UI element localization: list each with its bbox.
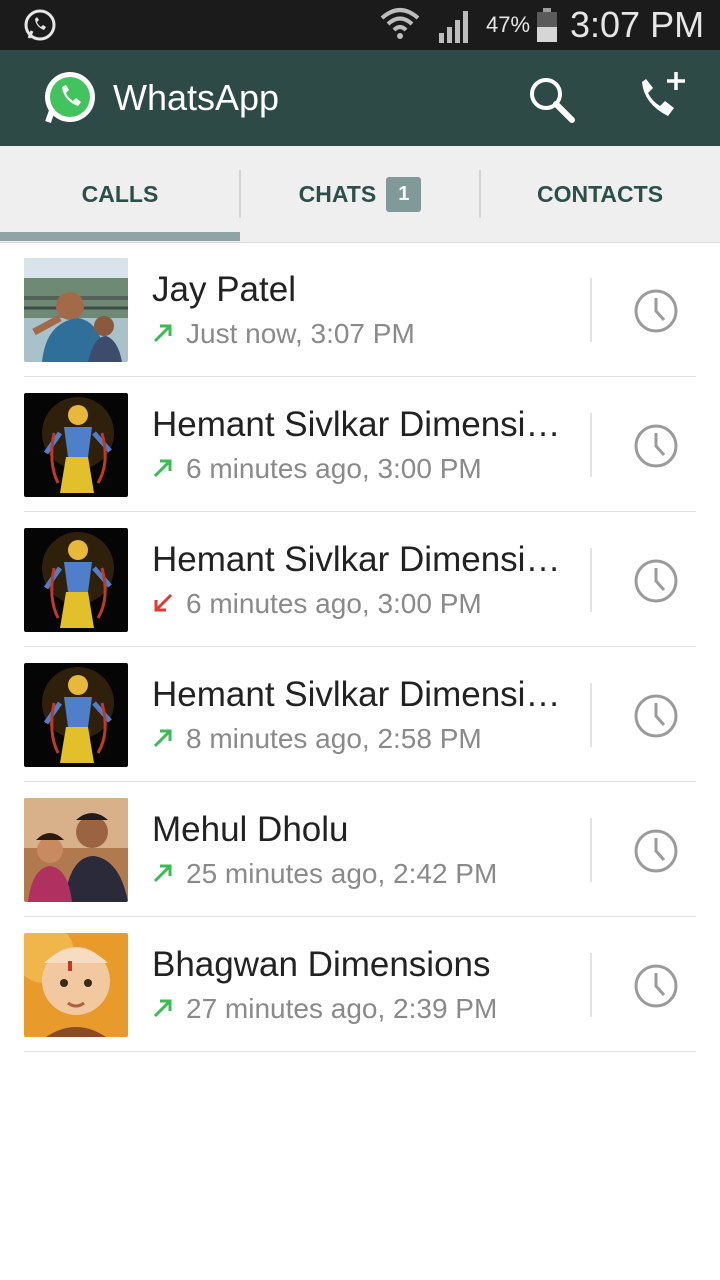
tab-chats[interactable]: CHATS 1: [240, 146, 480, 242]
call-row[interactable]: Bhagwan Dimensions 27 minutes ago, 2:39 …: [0, 917, 720, 1052]
outgoing-call-icon: [153, 729, 172, 747]
battery-percent: 47%: [486, 12, 531, 37]
call-time: 27 minutes ago, 2:39 PM: [186, 993, 498, 1024]
outgoing-call-icon: [153, 459, 172, 477]
call-row[interactable]: Hemant Sivlkar Dimensions 6 minutes ago,…: [0, 512, 720, 647]
row-separator: [590, 278, 592, 342]
outgoing-call-icon: [153, 999, 172, 1017]
contact-name: Hemant Sivlkar Dimensions: [152, 675, 572, 714]
call-row[interactable]: Mehul Dholu 25 minutes ago, 2:42 PM: [0, 782, 720, 917]
avatar: [24, 393, 128, 497]
tab-chats-label: CHATS: [298, 180, 377, 207]
row-separator: [590, 953, 592, 1017]
avatar: [24, 528, 128, 632]
call-detail: 25 minutes ago, 2:42 PM: [152, 858, 497, 890]
call-row[interactable]: Hemant Sivlkar Dimensions 8 minutes ago,…: [0, 647, 720, 782]
call-detail: 6 minutes ago, 3:00 PM: [152, 453, 482, 485]
call-history-icon[interactable]: [633, 423, 679, 469]
wifi-icon: [380, 8, 420, 39]
row-separator: [590, 683, 592, 747]
contact-name: Jay Patel: [152, 270, 296, 309]
avatar: [24, 663, 128, 767]
active-tab-indicator: [0, 232, 240, 241]
whatsapp-notification-icon: [24, 9, 56, 41]
avatar: [24, 933, 128, 1037]
battery-icon: [537, 8, 557, 42]
avatar: [24, 798, 128, 902]
call-row[interactable]: Hemant Sivlkar Dimensions 6 minutes ago,…: [0, 377, 720, 512]
whatsapp-logo-icon: [45, 72, 95, 124]
unread-badge: 1: [386, 176, 422, 212]
call-time: 6 minutes ago, 3:00 PM: [186, 453, 482, 484]
outgoing-call-icon: [153, 864, 172, 882]
contact-name: Mehul Dholu: [152, 810, 349, 849]
call-history-icon[interactable]: [633, 828, 679, 874]
signal-icon: [439, 11, 468, 43]
search-icon[interactable]: [526, 74, 576, 124]
row-separator: [590, 413, 592, 477]
call-time: 6 minutes ago, 3:00 PM: [186, 588, 482, 619]
call-history-icon[interactable]: [633, 693, 679, 739]
clock-time: 3:07 PM: [570, 4, 705, 45]
app-bar: WhatsApp: [0, 50, 720, 146]
row-separator: [590, 548, 592, 612]
new-call-icon[interactable]: [632, 68, 690, 126]
tab-calls-label: CALLS: [81, 180, 159, 207]
row-divider: [24, 1051, 696, 1052]
call-detail: 6 minutes ago, 3:00 PM: [152, 588, 482, 620]
tab-calls[interactable]: CALLS: [0, 146, 240, 242]
call-history-icon[interactable]: [633, 963, 679, 1009]
tab-contacts-label: CONTACTS: [536, 180, 664, 207]
missed-call-icon: [154, 593, 173, 612]
call-history-icon[interactable]: [633, 558, 679, 604]
contact-name: Hemant Sivlkar Dimensions: [152, 405, 572, 444]
avatar: [24, 258, 128, 362]
contact-name: Bhagwan Dimensions: [152, 945, 491, 984]
call-detail: 27 minutes ago, 2:39 PM: [152, 993, 497, 1025]
status-bar: 47% 3:07 PM: [0, 0, 720, 50]
tab-bar: CALLS CHATS 1 CONTACTS: [0, 146, 720, 243]
call-detail: 8 minutes ago, 2:58 PM: [152, 723, 482, 755]
tab-contacts[interactable]: CONTACTS: [480, 146, 720, 242]
call-time: 8 minutes ago, 2:58 PM: [186, 723, 482, 754]
app-title: WhatsApp: [113, 77, 280, 118]
call-history-icon[interactable]: [633, 288, 679, 334]
call-detail: Just now, 3:07 PM: [152, 318, 415, 350]
row-separator: [590, 818, 592, 882]
call-row[interactable]: Jay Patel Just now, 3:07 PM: [0, 242, 720, 377]
call-time: 25 minutes ago, 2:42 PM: [186, 858, 498, 889]
outgoing-call-icon: [153, 324, 172, 342]
call-time: Just now, 3:07 PM: [186, 318, 415, 349]
contact-name: Hemant Sivlkar Dimensions: [152, 540, 572, 579]
